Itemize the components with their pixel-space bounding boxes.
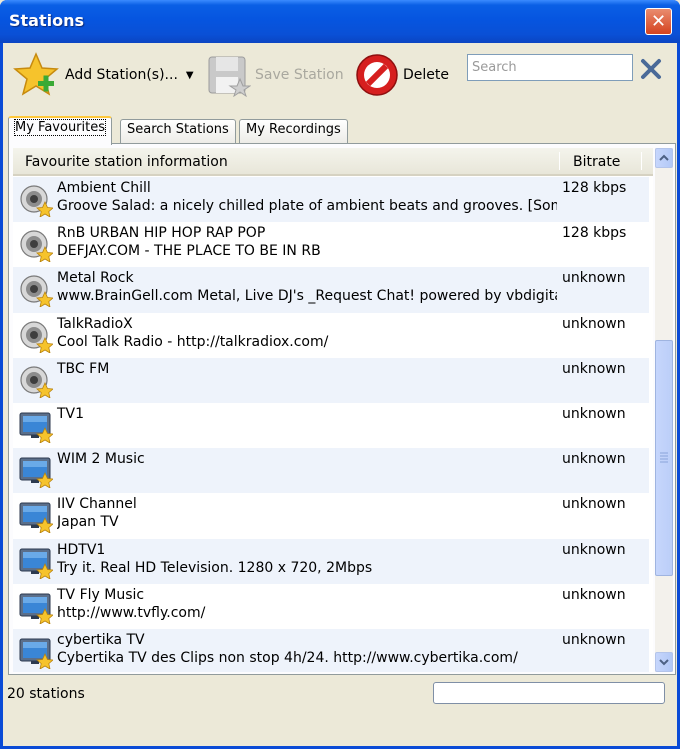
speaker-icon (19, 183, 54, 218)
station-row[interactable]: Ambient Chill Groove Salad: a nicely chil… (13, 177, 649, 223)
station-row[interactable]: TalkRadioX Cool Talk Radio - http://talkr… (13, 313, 649, 358)
station-name: cybertika TV (57, 631, 145, 648)
column-header-info[interactable]: Favourite station information (25, 154, 228, 170)
tv-icon (19, 545, 54, 580)
close-button[interactable]: ✕ (645, 8, 672, 35)
station-row[interactable]: TBC FM unknown (13, 357, 649, 403)
station-row[interactable]: IIV Channel Japan TV unknown (13, 493, 649, 538)
station-bitrate: unknown (562, 496, 626, 513)
station-description: Cybertika TV des Clips non stop 4h/24. h… (57, 649, 518, 666)
station-row[interactable]: TV Fly Music http://www.tvfly.com/unknown (13, 584, 649, 629)
station-description: http://www.tvfly.com/ (57, 604, 206, 621)
station-name: IIV Channel (57, 496, 137, 513)
station-bitrate: unknown (562, 631, 626, 648)
tv-icon (19, 454, 54, 489)
station-name: HDTV1 (57, 541, 106, 558)
clear-search-icon[interactable] (639, 57, 663, 81)
scroll-up-button[interactable] (655, 148, 673, 168)
column-header-bitrate[interactable]: Bitrate (573, 154, 620, 170)
station-description: DEFJAY.COM - THE PLACE TO BE IN RB (57, 243, 321, 260)
save-station-label: Save Station (255, 67, 344, 83)
save-station-button[interactable]: Save Station (207, 51, 344, 99)
station-bitrate: unknown (562, 405, 626, 422)
toolbar: Add Station(s)... ▼ Save Station Delete (3, 43, 677, 111)
station-name: RnB URBAN HIP HOP RAP POP (57, 225, 266, 242)
tv-icon (19, 499, 54, 535)
station-row[interactable]: RnB URBAN HIP HOP RAP POP DEFJAY.COM - TH… (13, 222, 649, 267)
tab-label: My Recordings (246, 122, 341, 137)
station-name: TalkRadioX (57, 315, 133, 332)
delete-button[interactable]: Delete (355, 51, 449, 99)
dropdown-arrow-icon[interactable]: ▼ (186, 70, 194, 81)
station-description: www.BrainGell.com Metal, Live DJ's _Requ… (57, 288, 557, 305)
chevron-down-icon (659, 659, 669, 666)
status-bar: 20 stations (3, 676, 677, 716)
tab-my-recordings[interactable]: My Recordings (239, 119, 348, 144)
progress-bar (433, 682, 665, 704)
station-name: TV1 (57, 405, 85, 422)
station-row[interactable]: HDTV1 Try it. Real HD Television. 1280 x … (13, 538, 649, 584)
station-bitrate: unknown (562, 541, 626, 558)
tv-icon (19, 590, 54, 625)
tab-my-favourites[interactable]: My Favourites (8, 116, 113, 145)
station-bitrate: 128 kbps (562, 180, 627, 196)
station-name: TBC FM (57, 360, 110, 377)
list-header: Favourite station information Bitrate (13, 148, 653, 176)
star-add-icon (13, 52, 59, 96)
speaker-icon (19, 228, 54, 264)
station-bitrate: unknown (562, 360, 626, 377)
station-description: Cool Talk Radio - http://talkradiox.com/ (57, 333, 329, 350)
speaker-icon (19, 319, 54, 354)
station-row[interactable]: cybertika TV Cybertika TV des Clips non s… (13, 628, 649, 672)
floppy-disk-icon (208, 56, 251, 97)
add-station-button[interactable]: Add Station(s)... ▼ (12, 51, 194, 99)
search-input[interactable] (467, 54, 633, 81)
station-bitrate: 128 kbps (562, 225, 627, 242)
station-description: Try it. Real HD Television. 1280 x 720, … (57, 559, 373, 576)
tab-search-stations[interactable]: Search Stations (120, 119, 236, 144)
window-title: Stations (9, 11, 85, 30)
station-bitrate: unknown (562, 315, 626, 332)
station-description: Groove Salad: a nicely chilled plate of … (57, 198, 557, 214)
station-name: Metal Rock (57, 270, 134, 287)
add-station-label: Add Station(s)... (65, 67, 178, 83)
stations-list[interactable]: Favourite station information Bitrate Am… (13, 148, 653, 672)
tab-label: My Favourites (13, 119, 107, 136)
vertical-scrollbar[interactable] (655, 148, 673, 672)
station-bitrate: unknown (562, 270, 626, 287)
title-bar[interactable]: Stations ✕ (0, 0, 680, 43)
speaker-icon (19, 364, 54, 399)
grip-icon (660, 452, 668, 463)
delete-label: Delete (403, 67, 449, 83)
tab-label: Search Stations (127, 122, 229, 137)
chevron-up-icon (659, 154, 669, 161)
station-description: Japan TV (57, 514, 119, 531)
station-row[interactable]: Metal Rock www.BrainGell.com Metal, Live … (13, 267, 649, 313)
scroll-thumb[interactable] (655, 340, 673, 576)
station-row[interactable]: TV1 unknown (13, 403, 649, 448)
tv-icon (19, 635, 54, 670)
station-bitrate: unknown (562, 586, 626, 603)
station-count: 20 stations (7, 686, 85, 702)
no-entry-icon (356, 54, 398, 96)
station-name: WIM 2 Music (57, 451, 145, 468)
favourites-panel: Favourite station information Bitrate Am… (8, 143, 676, 675)
station-name: TV Fly Music (57, 586, 145, 603)
rows-container: Ambient Chill Groove Salad: a nicely chil… (13, 177, 649, 672)
station-row[interactable]: WIM 2 Music unknown (13, 448, 649, 494)
scroll-down-button[interactable] (655, 652, 673, 672)
station-bitrate: unknown (562, 451, 626, 468)
tv-icon (19, 409, 54, 444)
station-name: Ambient Chill (57, 180, 151, 196)
stations-window: Stations ✕ Add Station(s)... ▼ Save Stat… (0, 0, 680, 749)
speaker-icon (19, 273, 54, 309)
